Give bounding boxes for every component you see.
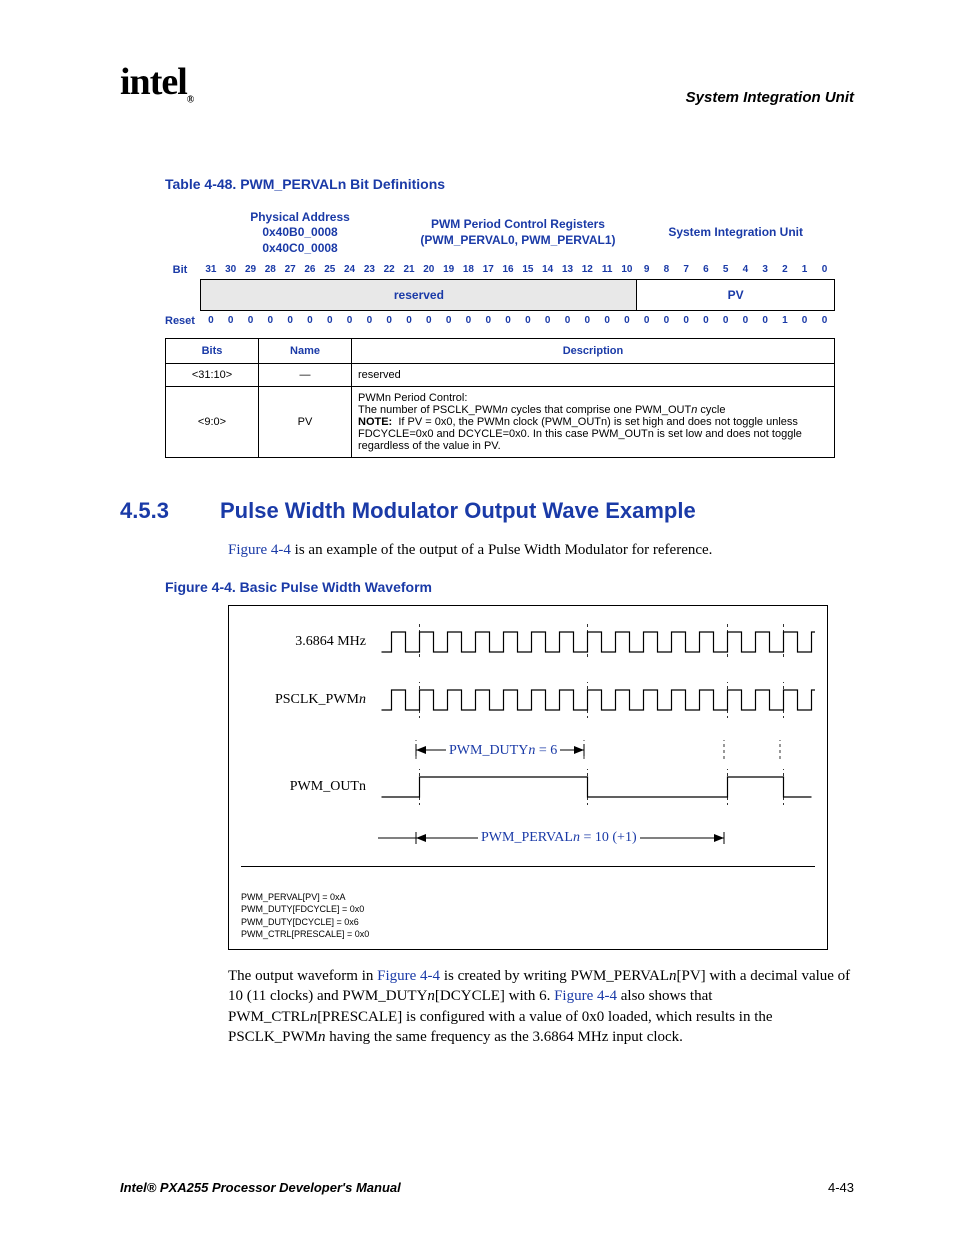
wave-label-psclk: PSCLK_PWMn [241, 692, 378, 708]
register-bit-table: Physical Address 0x40B0_0008 0x40C0_0008… [165, 206, 835, 331]
phys-addr-label: Physical Address [250, 210, 350, 224]
waveform-3p6mhz [378, 624, 815, 660]
reg-name-1: PWM Period Control Registers [431, 217, 605, 231]
intro-paragraph: Figure 4-4 is an example of the output o… [228, 540, 854, 560]
waveform-figure: 3.6864 MHz PSCLK_PWMn [228, 605, 828, 950]
col-desc: Description [352, 339, 835, 364]
intel-logo: intel® [120, 60, 193, 106]
figure-link[interactable]: Figure 4-4 [228, 542, 291, 558]
bit-definitions-table: Bits Name Description <31:10> — reserved… [165, 338, 835, 458]
reserved-field: reserved [201, 280, 637, 311]
phys-addr-1: 0x40B0_0008 [262, 225, 337, 239]
phys-addr-2: 0x40C0_0008 [262, 241, 337, 255]
bottom-paragraph: The output waveform in Figure 4-4 is cre… [228, 966, 854, 1047]
reset-header: Reset [165, 311, 201, 331]
reg-unit: System Integration Unit [668, 225, 803, 239]
section-heading: 4.5.3Pulse Width Modulator Output Wave E… [120, 498, 854, 524]
reg-name-2: (PWM_PERVAL0, PWM_PERVAL1) [420, 233, 615, 247]
col-bits: Bits [166, 339, 259, 364]
wave-label-clk: 3.6864 MHz [241, 634, 378, 650]
wave-label-pwmout: PWM_OUTn [241, 779, 378, 795]
figure-title: Figure 4-4. Basic Pulse Width Waveform [165, 579, 854, 595]
waveform-footer: PWM_PERVAL[PV] = 0xA PWM_DUTY[FDCYCLE] =… [241, 891, 815, 941]
pv-field: PV [637, 280, 835, 311]
table-row: <9:0> PV PWMn Period Control: The number… [166, 387, 835, 458]
waveform-pwmout [378, 769, 815, 805]
waveform-psclk [378, 682, 815, 718]
perval-label: PWM_PERVALn = 10 (+1) [478, 830, 640, 846]
bit-header: Bit [165, 260, 201, 280]
table-row: <31:10> — reserved [166, 364, 835, 387]
duty-label: PWM_DUTYn = 6 [446, 743, 560, 759]
col-name: Name [259, 339, 352, 364]
figure-link[interactable]: Figure 4-4 [377, 968, 440, 984]
page-footer: Intel® PXA255 Processor Developer's Manu… [120, 1180, 854, 1195]
duty-annotation [378, 740, 808, 760]
section-header: System Integration Unit [686, 89, 854, 106]
table-title: Table 4-48. PWM_PERVALn Bit Definitions [165, 176, 854, 192]
figure-link[interactable]: Figure 4-4 [554, 988, 617, 1004]
